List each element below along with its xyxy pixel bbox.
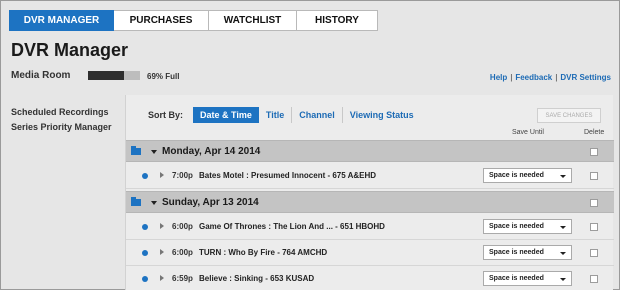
link-separator: | bbox=[510, 73, 513, 82]
save-until-value: Space is needed bbox=[489, 172, 544, 179]
sidebar-item-series-priority-manager[interactable]: Series Priority Manager bbox=[11, 122, 112, 137]
recording-row[interactable]: 7:00p Bates Motel : Presumed Innocent - … bbox=[126, 163, 614, 189]
sort-channel[interactable]: Channel bbox=[292, 107, 343, 123]
save-until-select[interactable]: Space is needed bbox=[483, 245, 572, 260]
folder-icon bbox=[131, 146, 141, 155]
caret-right-icon[interactable] bbox=[160, 172, 164, 178]
date-group-header[interactable]: Sunday, Apr 13 2014 bbox=[126, 191, 614, 213]
sort-bar: Sort By: Date & Time Title Channel Viewi… bbox=[148, 107, 421, 123]
caret-down-icon[interactable] bbox=[151, 201, 157, 205]
caret-right-icon[interactable] bbox=[160, 249, 164, 255]
storage-meter bbox=[88, 71, 140, 80]
save-changes-button[interactable]: SAVE CHANGES bbox=[537, 108, 601, 123]
save-until-select[interactable]: Space is needed bbox=[483, 219, 572, 234]
column-save-until: Save Until bbox=[512, 129, 544, 136]
chevron-down-icon bbox=[560, 175, 566, 178]
folder-icon bbox=[131, 197, 141, 206]
sort-date-time[interactable]: Date & Time bbox=[193, 107, 259, 123]
recording-time: 6:00p bbox=[172, 222, 193, 231]
status-dot-icon bbox=[142, 250, 148, 256]
page-title: DVR Manager bbox=[11, 40, 129, 60]
save-until-value: Space is needed bbox=[489, 223, 544, 230]
link-separator: | bbox=[555, 73, 558, 82]
delete-checkbox[interactable] bbox=[590, 172, 598, 180]
status-dot-icon bbox=[142, 224, 148, 230]
help-link[interactable]: Help bbox=[490, 73, 507, 82]
sidebar: Scheduled Recordings Series Priority Man… bbox=[11, 107, 112, 137]
save-until-value: Space is needed bbox=[489, 275, 544, 282]
recording-title[interactable]: Believe : Sinking - 653 KUSAD bbox=[199, 274, 314, 283]
dvr-settings-link[interactable]: DVR Settings bbox=[560, 73, 611, 82]
feedback-link[interactable]: Feedback bbox=[515, 73, 552, 82]
tab-purchases[interactable]: PURCHASES bbox=[114, 10, 209, 31]
caret-right-icon[interactable] bbox=[160, 223, 164, 229]
sidebar-item-scheduled-recordings[interactable]: Scheduled Recordings bbox=[11, 107, 112, 122]
dvr-manager-window: DVR MANAGER PURCHASES WATCHLIST HISTORY … bbox=[0, 0, 620, 290]
save-until-value: Space is needed bbox=[489, 249, 544, 256]
group-date: Sunday, Apr 13 2014 bbox=[162, 197, 259, 208]
recording-time: 6:00p bbox=[172, 248, 193, 257]
delete-checkbox[interactable] bbox=[590, 223, 598, 231]
chevron-down-icon bbox=[560, 252, 566, 255]
chevron-down-icon bbox=[560, 278, 566, 281]
save-until-select[interactable]: Space is needed bbox=[483, 271, 572, 286]
status-dot-icon bbox=[142, 173, 148, 179]
delete-group-checkbox[interactable] bbox=[590, 199, 598, 207]
recording-row[interactable]: 6:00p Game Of Thrones : The Lion And ...… bbox=[126, 214, 614, 240]
header-links: Help | Feedback | DVR Settings bbox=[490, 73, 611, 82]
caret-down-icon[interactable] bbox=[151, 150, 157, 154]
recording-title[interactable]: Game Of Thrones : The Lion And ... - 651… bbox=[199, 222, 385, 231]
storage-meter-fill bbox=[88, 71, 124, 80]
save-until-select[interactable]: Space is needed bbox=[483, 168, 572, 183]
chevron-down-icon bbox=[560, 226, 566, 229]
storage-percent: 69% Full bbox=[147, 72, 180, 81]
tab-history[interactable]: HISTORY bbox=[297, 10, 378, 31]
recording-row[interactable]: 6:59p Believe : Sinking - 653 KUSAD Spac… bbox=[126, 266, 614, 290]
delete-group-checkbox[interactable] bbox=[590, 148, 598, 156]
status-dot-icon bbox=[142, 276, 148, 282]
tab-dvr-manager[interactable]: DVR MANAGER bbox=[9, 10, 114, 31]
device-name: Media Room bbox=[11, 70, 71, 81]
recordings-panel: Sort By: Date & Time Title Channel Viewi… bbox=[125, 95, 614, 290]
sort-label: Sort By: bbox=[148, 110, 184, 120]
recording-time: 7:00p bbox=[172, 171, 193, 180]
sort-viewing-status[interactable]: Viewing Status bbox=[343, 107, 421, 123]
sort-title[interactable]: Title bbox=[259, 107, 293, 123]
group-date: Monday, Apr 14 2014 bbox=[162, 146, 261, 157]
recording-title[interactable]: Bates Motel : Presumed Innocent - 675 A&… bbox=[199, 171, 376, 180]
recording-title[interactable]: TURN : Who By Fire - 764 AMCHD bbox=[199, 248, 327, 257]
tab-watchlist[interactable]: WATCHLIST bbox=[209, 10, 297, 31]
recording-time: 6:59p bbox=[172, 274, 193, 283]
recording-row[interactable]: 6:00p TURN : Who By Fire - 764 AMCHD Spa… bbox=[126, 240, 614, 266]
date-group-header[interactable]: Monday, Apr 14 2014 bbox=[126, 140, 614, 162]
delete-checkbox[interactable] bbox=[590, 275, 598, 283]
caret-right-icon[interactable] bbox=[160, 275, 164, 281]
top-tabs: DVR MANAGER PURCHASES WATCHLIST HISTORY bbox=[9, 10, 378, 31]
column-delete: Delete bbox=[584, 129, 605, 136]
delete-checkbox[interactable] bbox=[590, 249, 598, 257]
